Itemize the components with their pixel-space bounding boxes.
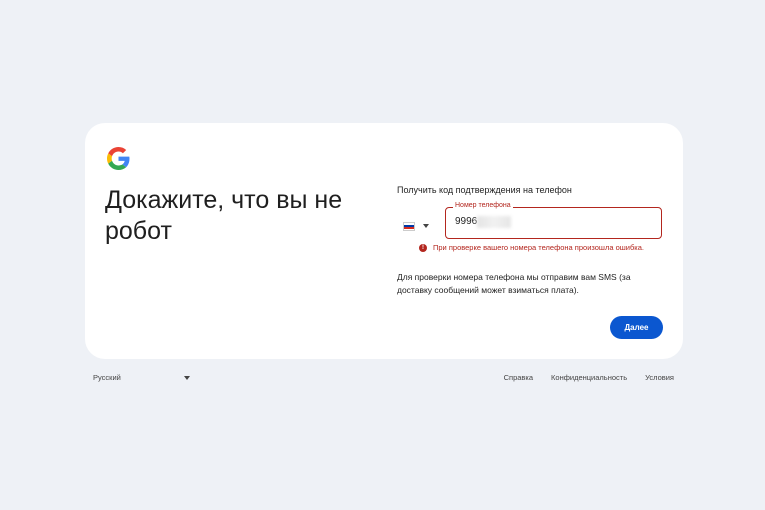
signin-card: Докажите, что вы не робот Получить код п…	[85, 123, 683, 359]
footer-links: Справка Конфиденциальность Условия	[504, 373, 674, 382]
russia-flag-icon	[403, 221, 415, 231]
help-link[interactable]: Справка	[504, 373, 533, 382]
error-icon: !	[419, 243, 427, 252]
language-label: Русский	[93, 373, 121, 382]
phone-number-field[interactable]: Номер телефона	[445, 202, 662, 239]
error-text: При проверке вашего номера телефона прои…	[433, 243, 644, 252]
language-selector[interactable]: Русский	[93, 373, 190, 382]
sms-info-text: Для проверки номера телефона мы отправим…	[397, 272, 631, 295]
chevron-down-icon	[184, 375, 190, 380]
terms-link[interactable]: Условия	[645, 373, 674, 382]
privacy-link[interactable]: Конфиденциальность	[551, 373, 627, 382]
page-title: Докажите, что вы не робот	[105, 186, 343, 245]
redacted-digits	[477, 216, 511, 228]
chevron-down-icon	[423, 224, 429, 228]
phone-number-label: Номер телефона	[453, 202, 513, 209]
footer: Русский Справка Конфиденциальность Услов…	[85, 370, 683, 386]
error-message: ! При проверке вашего номера телефона пр…	[419, 243, 644, 252]
country-selector[interactable]	[403, 217, 437, 235]
google-logo-icon	[107, 147, 130, 170]
next-button[interactable]: Далее	[610, 316, 663, 339]
verification-subtitle: Получить код подтверждения на телефон	[397, 185, 572, 195]
